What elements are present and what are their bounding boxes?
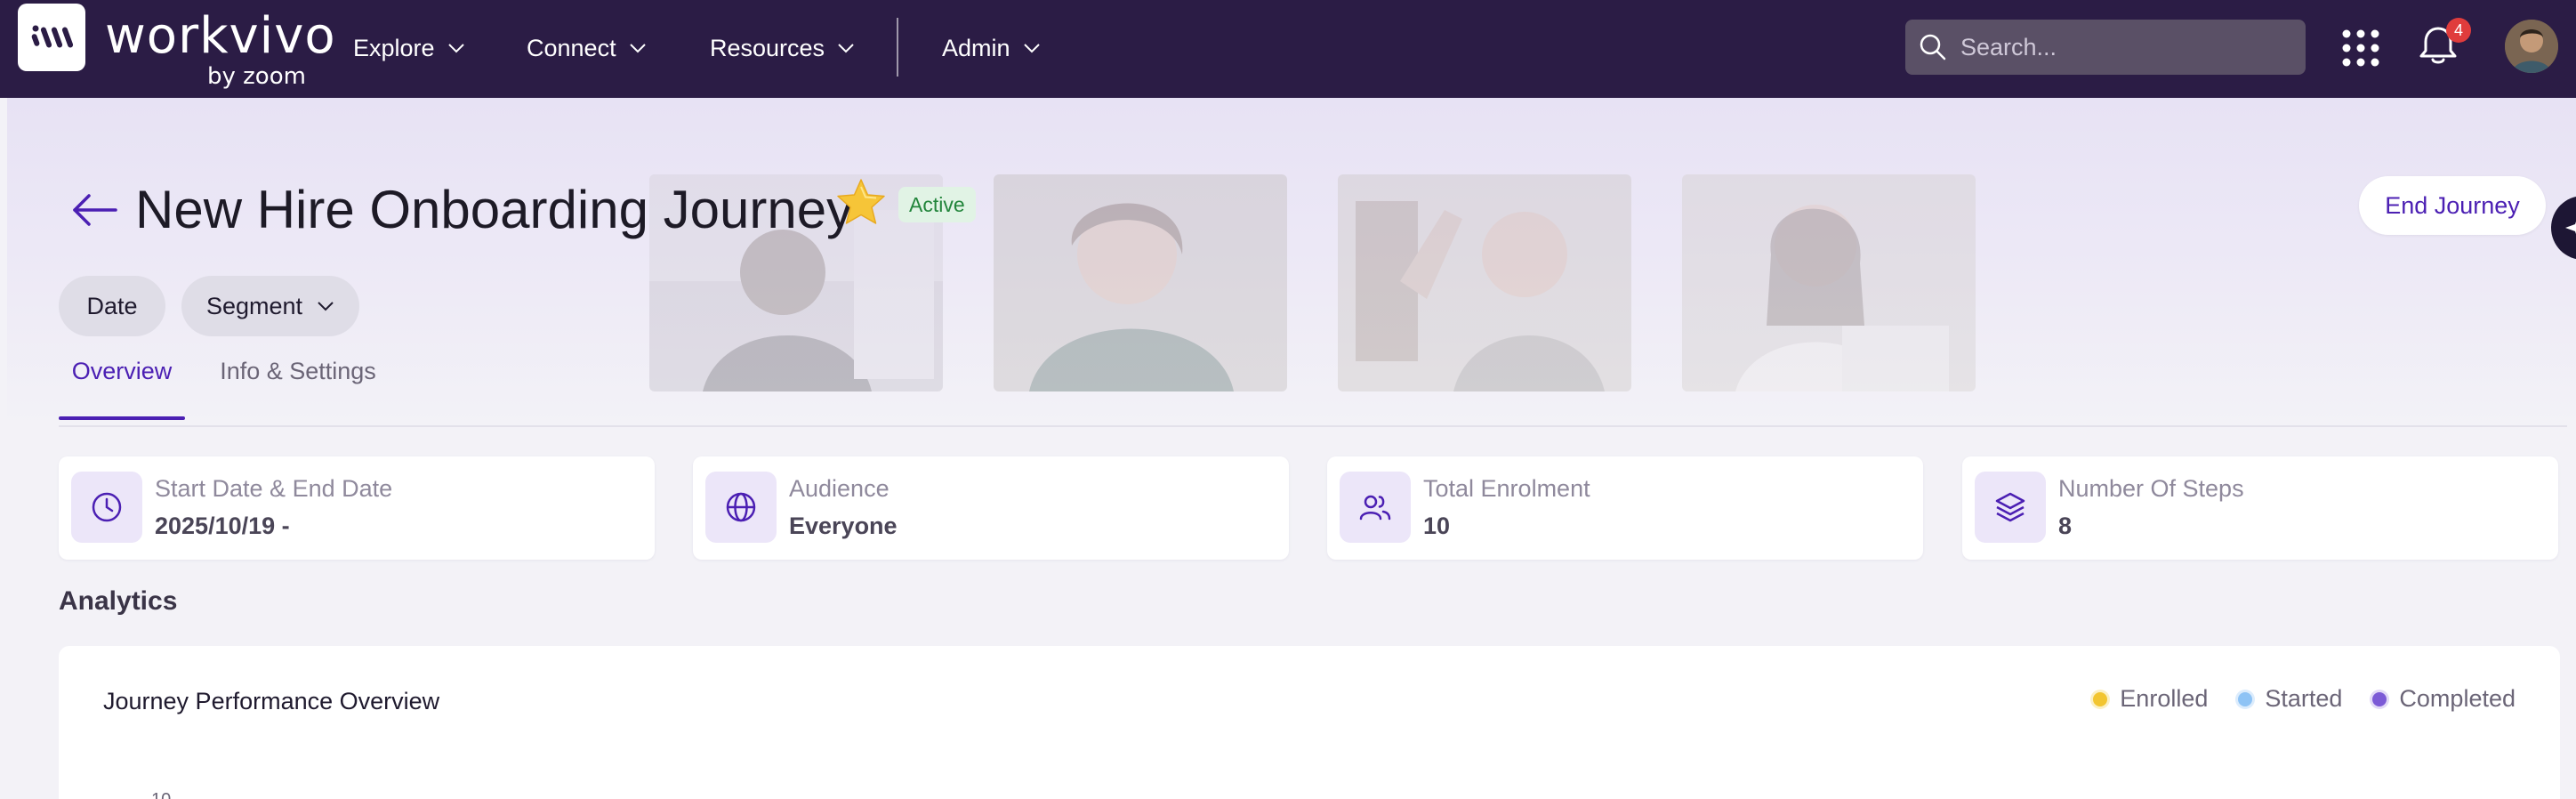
- workvivo-logo-icon[interactable]: [18, 4, 85, 71]
- tab-info-settings[interactable]: Info & Settings: [213, 349, 382, 420]
- back-arrow-icon[interactable]: [69, 189, 121, 231]
- legend-label: Started: [2265, 685, 2343, 712]
- stat-label: Start Date & End Date: [155, 475, 393, 502]
- nav-resources-label: Resources: [710, 34, 825, 61]
- chevron-down-icon: [318, 302, 334, 311]
- stat-label: Audience: [789, 475, 890, 502]
- sparkle-icon: [2565, 222, 2576, 234]
- legend-dot: [2372, 691, 2387, 706]
- nav-resources[interactable]: Resources: [710, 30, 855, 66]
- date-filter-button[interactable]: Date: [59, 276, 165, 336]
- tab-overview-label: Overview: [71, 358, 173, 384]
- legend-label: Enrolled: [2120, 685, 2209, 712]
- chart-title: Journey Performance Overview: [103, 688, 440, 714]
- analytics-heading: Analytics: [59, 586, 178, 616]
- globe-icon: [705, 472, 777, 543]
- hero-background: [7, 98, 2576, 427]
- nav-connect[interactable]: Connect: [527, 30, 647, 66]
- stat-value: 2025/10/19 -: [155, 512, 290, 539]
- date-filter-label: Date: [86, 292, 138, 319]
- clock-icon: [71, 472, 142, 543]
- nav-explore[interactable]: Explore: [353, 30, 465, 66]
- search-icon: [1920, 34, 1946, 61]
- legend-dot: [2238, 691, 2253, 706]
- top-navbar: workvivo by zoom Explore Connect Resourc…: [0, 0, 2576, 98]
- nav-admin-label: Admin: [942, 34, 1010, 61]
- y-tick-label: 10: [151, 790, 171, 799]
- legend-item-completed[interactable]: Completed: [2372, 685, 2516, 713]
- chevron-down-icon: [447, 44, 464, 53]
- end-journey-button[interactable]: End Journey: [2359, 176, 2546, 235]
- star-icon: [837, 179, 885, 224]
- nav-divider: [897, 18, 898, 77]
- tabs-divider: [59, 425, 2567, 427]
- hero-photo: [1682, 174, 1976, 391]
- avatar[interactable]: [2505, 20, 2558, 73]
- segment-filter-label: Segment: [205, 292, 303, 319]
- stat-value: Everyone: [789, 512, 898, 539]
- status-badge: Active: [898, 187, 976, 222]
- search-box[interactable]: [1905, 20, 2306, 75]
- segment-filter-button[interactable]: Segment: [181, 276, 359, 336]
- chevron-down-icon: [1023, 44, 1040, 53]
- journey-performance-card: Journey Performance Overview Enrolled St…: [59, 646, 2560, 799]
- hero-photo: [994, 174, 1287, 391]
- tab-info-settings-label: Info & Settings: [220, 358, 376, 384]
- legend-dot: [2093, 691, 2108, 706]
- layers-icon: [1975, 472, 2046, 543]
- legend-item-enrolled[interactable]: Enrolled: [2093, 685, 2208, 713]
- stat-card-steps: Number Of Steps 8: [1962, 456, 2558, 560]
- chevron-down-icon: [629, 44, 646, 53]
- page-title: New Hire Onboarding Journey: [135, 180, 854, 239]
- chart-legend: Enrolled Started Completed: [2093, 685, 2516, 713]
- users-icon: [1340, 472, 1411, 543]
- search-input[interactable]: [1960, 33, 2298, 61]
- nav-connect-label: Connect: [527, 34, 616, 61]
- brand-subtitle: by zoom: [207, 63, 306, 90]
- apps-grid-icon[interactable]: [2341, 28, 2380, 68]
- nav-admin[interactable]: Admin: [942, 30, 1041, 66]
- legend-label: Completed: [2399, 685, 2516, 712]
- tab-overview[interactable]: Overview: [59, 349, 185, 420]
- stat-card-dates: Start Date & End Date 2025/10/19 -: [59, 456, 655, 560]
- chevron-down-icon: [838, 44, 854, 53]
- notification-badge: 4: [2446, 18, 2471, 43]
- hero-photo: [1338, 174, 1631, 391]
- stat-value: 8: [2058, 512, 2073, 539]
- brand-name: workvivo: [105, 7, 336, 65]
- legend-item-started[interactable]: Started: [2238, 685, 2342, 713]
- stat-card-audience: Audience Everyone: [693, 456, 1289, 560]
- stat-value: 10: [1423, 512, 1451, 539]
- stat-card-enrolment: Total Enrolment 10: [1327, 456, 1923, 560]
- stat-label: Total Enrolment: [1423, 475, 1590, 502]
- nav-explore-label: Explore: [353, 34, 435, 61]
- main-content: New Hire Onboarding Journey Active End J…: [7, 98, 2576, 799]
- stat-label: Number Of Steps: [2058, 475, 2244, 502]
